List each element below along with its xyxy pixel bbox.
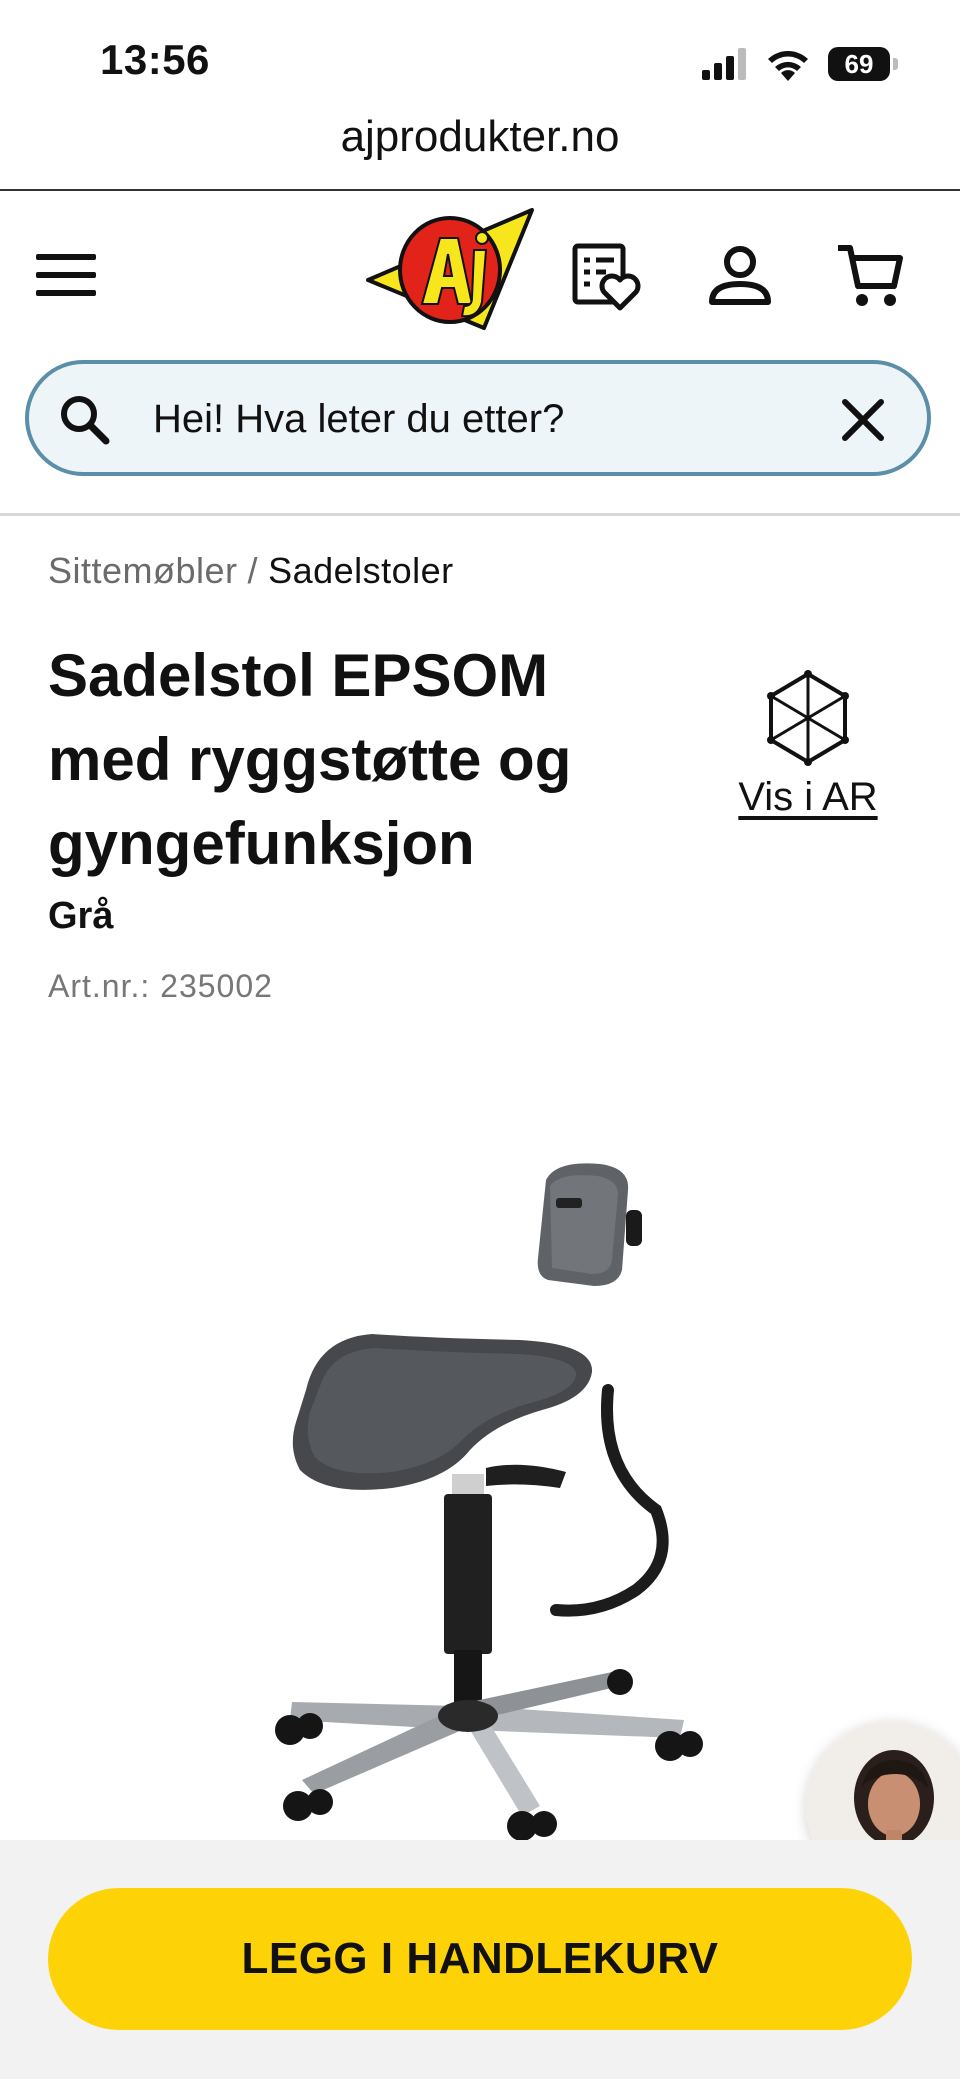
search-bar[interactable] <box>25 360 931 476</box>
address-bar-url[interactable]: ajprodukter.no <box>0 112 960 162</box>
wifi-icon <box>768 51 808 81</box>
close-icon[interactable] <box>839 396 887 444</box>
menu-icon[interactable] <box>36 254 96 296</box>
status-time: 13:56 <box>100 36 210 83</box>
search-icon[interactable] <box>57 392 111 446</box>
status-bar: 13:56 69 ajprodukter.no <box>0 0 960 191</box>
wishlist-icon[interactable] <box>570 240 642 312</box>
add-to-cart-button[interactable]: LEGG I HANDLEKURV <box>48 1888 912 2030</box>
breadcrumb-separator: / <box>247 550 259 591</box>
ar-cube-icon <box>767 670 849 766</box>
address-bar-divider <box>0 189 960 191</box>
breadcrumb: Sittemøbler / Sadelstoler <box>48 550 454 592</box>
product-variant: Grå <box>48 895 114 937</box>
header-divider <box>0 513 960 516</box>
product-image[interactable] <box>0 1090 960 1840</box>
view-in-ar-button[interactable]: Vis i AR <box>728 668 888 838</box>
aj-logo[interactable] <box>362 208 542 338</box>
signal-icon <box>702 48 746 80</box>
cart-icon[interactable] <box>834 240 906 312</box>
site-header <box>0 192 960 352</box>
search-input[interactable] <box>151 386 835 452</box>
breadcrumb-parent-link[interactable]: Sittemøbler <box>48 550 238 591</box>
breadcrumb-current-link[interactable]: Sadelstoler <box>268 550 454 591</box>
account-icon[interactable] <box>704 240 776 312</box>
product-title: Sadelstol EPSOM med ryggstøtte og gyngef… <box>48 642 572 877</box>
battery-level: 69 <box>844 48 874 79</box>
bottom-cta-bar: LEGG I HANDLEKURV <box>0 1840 960 2079</box>
ar-label[interactable]: Vis i AR <box>728 775 888 820</box>
status-icons: 69 <box>702 44 898 84</box>
battery-indicator: 69 <box>828 47 898 81</box>
article-number: Art.nr.: 235002 <box>48 968 273 1004</box>
